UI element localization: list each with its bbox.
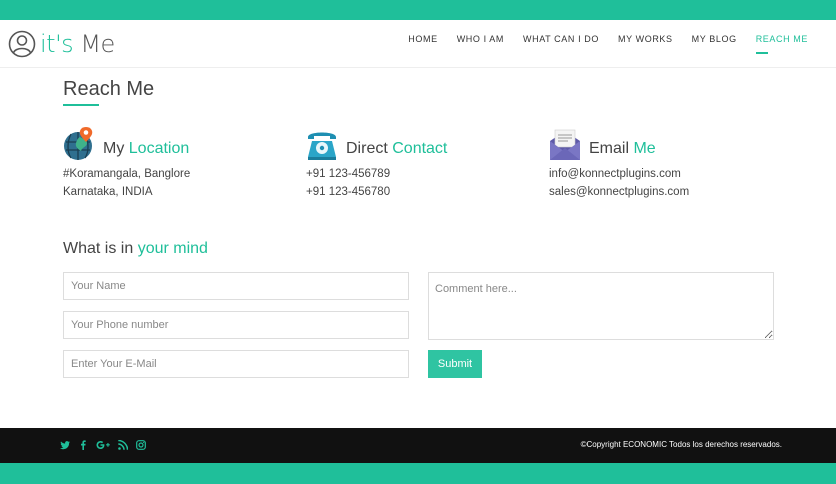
location-title: My Location — [103, 140, 189, 158]
location-line-1: #Koramangala, Banglore — [63, 168, 191, 180]
form-title: What is in your mind — [63, 240, 208, 258]
email-title: Email Me — [589, 140, 656, 158]
copyright-text: ©Copyright ECONOMIC Todos los derechos r… — [580, 440, 782, 449]
nav-what-can-i-do[interactable]: WHAT CAN I DO — [523, 34, 599, 50]
site-logo[interactable]: it's Me — [8, 30, 115, 58]
logo-text-main: Me — [80, 30, 115, 58]
name-input[interactable] — [63, 272, 409, 300]
top-accent-bar — [0, 0, 836, 20]
user-icon — [8, 30, 36, 58]
contact-email: Email Me info@konnectplugins.com sales@k… — [549, 127, 689, 201]
email-line-2[interactable]: sales@konnectplugins.com — [549, 183, 689, 201]
phone-line-2[interactable]: +91 123-456780 — [306, 183, 447, 201]
location-title-a: My — [103, 140, 125, 157]
location-title-b: Location — [128, 140, 190, 157]
submit-button[interactable]: Submit — [428, 350, 482, 378]
site-header: it's Me HOME WHO I AM WHAT CAN I DO MY W… — [0, 20, 836, 68]
contact-phone: Direct Contact +91 123-456789 +91 123-45… — [306, 127, 447, 201]
location-globe-icon — [64, 127, 93, 160]
phone-title-b: Contact — [392, 140, 448, 157]
telephone-icon — [308, 132, 336, 160]
logo-text: it's Me — [40, 30, 115, 58]
phone-input[interactable] — [63, 311, 409, 339]
instagram-icon[interactable] — [136, 440, 146, 450]
form-title-a: What is in — [63, 240, 134, 257]
site-footer: ©Copyright ECONOMIC Todos los derechos r… — [0, 428, 836, 463]
phone-title: Direct Contact — [346, 140, 447, 158]
nav-reach-me[interactable]: REACH ME — [755, 34, 808, 54]
bottom-accent-bar — [0, 463, 836, 484]
email-line-1[interactable]: info@konnectplugins.com — [549, 165, 689, 183]
contact-location: My Location #Koramangala, Banglore Karna… — [63, 127, 190, 201]
location-line-2: Karnataka, INDIA — [63, 186, 153, 198]
social-links — [60, 440, 146, 450]
logo-text-accent: it's — [40, 30, 74, 58]
form-title-b: your mind — [137, 240, 208, 257]
title-underline — [63, 104, 99, 106]
main-nav: HOME WHO I AM WHAT CAN I DO MY WORKS MY … — [408, 34, 808, 54]
google-plus-icon[interactable] — [96, 440, 110, 450]
nav-home[interactable]: HOME — [408, 34, 437, 50]
facebook-icon[interactable] — [78, 440, 88, 450]
envelope-icon — [550, 129, 580, 160]
nav-my-works[interactable]: MY WORKS — [618, 34, 673, 50]
page-title: Reach Me — [63, 78, 155, 100]
comment-textarea[interactable] — [428, 272, 774, 340]
twitter-icon[interactable] — [60, 440, 70, 450]
email-title-a: Email — [589, 140, 630, 157]
email-title-b: Me — [633, 140, 656, 157]
email-input[interactable] — [63, 350, 409, 378]
nav-who-i-am[interactable]: WHO I AM — [457, 34, 504, 50]
phone-line-1[interactable]: +91 123-456789 — [306, 165, 447, 183]
rss-icon[interactable] — [118, 440, 128, 450]
phone-title-a: Direct — [346, 140, 388, 157]
nav-my-blog[interactable]: MY BLOG — [692, 34, 737, 50]
